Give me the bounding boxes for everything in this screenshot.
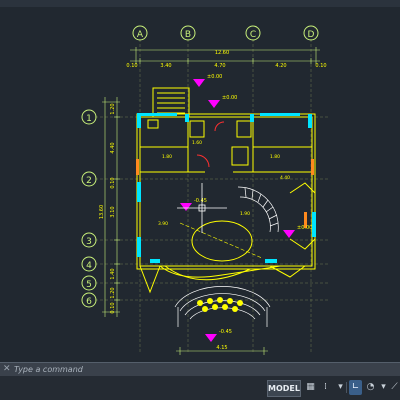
room-dim: 1.80 bbox=[270, 154, 280, 160]
row-label-5: 5 bbox=[86, 280, 92, 290]
dim-top-total: 12.60 bbox=[215, 50, 229, 56]
room-dim: 1.60 bbox=[192, 140, 202, 146]
level-mark: -0.45 bbox=[219, 329, 232, 335]
row-label-1: 1 bbox=[86, 114, 92, 124]
column-label-d: D bbox=[308, 30, 315, 40]
dim-left-part: 3.10 bbox=[110, 206, 116, 217]
drawing-canvas[interactable]: A B C D 12.60 0.10 3.40 4.70 4.20 0.10 1… bbox=[0, 7, 400, 362]
row-label-2: 2 bbox=[86, 176, 92, 186]
close-icon[interactable]: ✕ bbox=[3, 364, 11, 374]
row-label-4: 4 bbox=[86, 261, 92, 271]
model-tab[interactable]: MODEL bbox=[267, 380, 301, 397]
command-line[interactable]: ✕ bbox=[0, 362, 400, 376]
column-label-c: C bbox=[250, 30, 256, 40]
dim-top-part: 4.70 bbox=[214, 63, 225, 69]
dim-bottom: 4.15 bbox=[216, 345, 227, 351]
column-bubbles bbox=[132, 25, 319, 41]
level-mark: ±0.00 bbox=[222, 95, 237, 101]
walls bbox=[136, 87, 316, 294]
wall-fill bbox=[137, 113, 316, 263]
column-label-a: A bbox=[137, 30, 144, 40]
osnap-icon[interactable]: ⟋ bbox=[388, 380, 400, 395]
floor-plan: A B C D 12.60 0.10 3.40 4.70 4.20 0.10 1… bbox=[81, 25, 330, 355]
divider bbox=[346, 382, 347, 393]
polar-icon[interactable]: ◔ bbox=[364, 380, 377, 395]
command-input[interactable] bbox=[14, 364, 394, 375]
dim-top-part: 0.10 bbox=[315, 63, 326, 69]
dim-left-part: 0.10 bbox=[110, 302, 116, 313]
grid-icon[interactable]: ▦ bbox=[304, 380, 317, 395]
dim-top-part: 3.40 bbox=[160, 63, 171, 69]
level-mark: ±0.00 bbox=[297, 225, 312, 231]
dim-left-part: 4.40 bbox=[110, 142, 116, 153]
level-mark: -0.45 bbox=[194, 198, 207, 204]
level-mark: ±0.00 bbox=[207, 74, 222, 80]
crosshair-cursor bbox=[177, 183, 227, 233]
snap-icon[interactable]: ⁞ bbox=[319, 380, 332, 395]
dim-top-part: 4.20 bbox=[275, 63, 286, 69]
axis-lines bbox=[95, 39, 330, 352]
spiral-stair bbox=[237, 186, 279, 233]
dim-left-part: 1.20 bbox=[110, 103, 116, 114]
room-dim: 1.80 bbox=[162, 154, 172, 160]
row-label-3: 3 bbox=[86, 237, 92, 247]
dim-left-part: 1.40 bbox=[110, 268, 116, 279]
column-label-b: B bbox=[185, 30, 191, 40]
row-label-6: 6 bbox=[86, 297, 92, 307]
dim-top-part: 0.10 bbox=[126, 63, 137, 69]
ortho-icon[interactable]: ∟ bbox=[349, 380, 362, 395]
room-dim: 4.40 bbox=[280, 175, 290, 181]
dim-left-part: 1.20 bbox=[110, 287, 116, 298]
doors bbox=[136, 121, 314, 228]
planters bbox=[197, 297, 243, 312]
status-bar: MODEL ▦ ⁞ ▾ ∟ ◔ ▾ ⟋ bbox=[0, 376, 400, 400]
room-dim: 1.90 bbox=[240, 211, 250, 217]
dim-left-total: 13.60 bbox=[99, 205, 105, 219]
row-bubbles bbox=[81, 109, 97, 308]
dim-left-part: 0.10 bbox=[110, 177, 116, 188]
room-dim: 3.90 bbox=[158, 221, 168, 227]
